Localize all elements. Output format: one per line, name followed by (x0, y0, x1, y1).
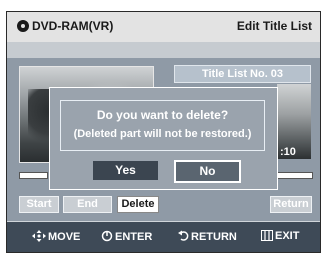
yes-button[interactable]: Yes (93, 161, 158, 180)
footer-return: RETURN (178, 230, 237, 243)
time-readout: :10 (280, 146, 296, 158)
footer-enter-label: ENTER (115, 231, 153, 243)
footer-move: MOVE (32, 230, 80, 243)
disc-icon (17, 20, 29, 32)
screen-frame: DVD-RAM(VR) Edit Title List Title List N… (0, 0, 328, 257)
header-bar: DVD-RAM(VR) Edit Title List (7, 12, 320, 42)
dialog-message-box: Do you want to delete? (Deleted part wil… (60, 100, 265, 151)
title-list-number: Title List No. 03 (174, 65, 311, 83)
disc-type-label: DVD-RAM(VR) (32, 19, 114, 33)
footer-enter: ENTER (101, 230, 152, 243)
start-button[interactable]: Start (19, 196, 59, 213)
footer-return-label: RETURN (191, 231, 237, 243)
delete-confirm-dialog: Do you want to delete? (Deleted part wil… (49, 87, 278, 190)
footer-exit: EXIT (261, 230, 299, 242)
no-button[interactable]: No (174, 160, 241, 183)
exit-icon (261, 230, 273, 241)
subheader-strip (7, 42, 320, 58)
footer-exit-label: EXIT (275, 230, 300, 242)
progress-bar-start (19, 172, 48, 179)
osd-screen: DVD-RAM(VR) Edit Title List Title List N… (6, 11, 321, 253)
return-button[interactable]: Return (270, 196, 312, 213)
dialog-note: (Deleted part will not be restored.) (73, 128, 252, 140)
screen-title: Edit Title List (236, 19, 312, 33)
end-button[interactable]: End (63, 196, 112, 213)
footer-move-label: MOVE (48, 231, 81, 243)
enter-icon (101, 230, 113, 242)
return-icon (178, 230, 189, 241)
progress-bar-end (275, 172, 313, 179)
delete-button[interactable]: Delete (117, 196, 159, 213)
footer-nav: MOVE ENTER RETURN EXIT (7, 221, 320, 252)
dialog-question: Do you want to delete? (96, 108, 229, 122)
move-arrows-icon (32, 230, 46, 242)
